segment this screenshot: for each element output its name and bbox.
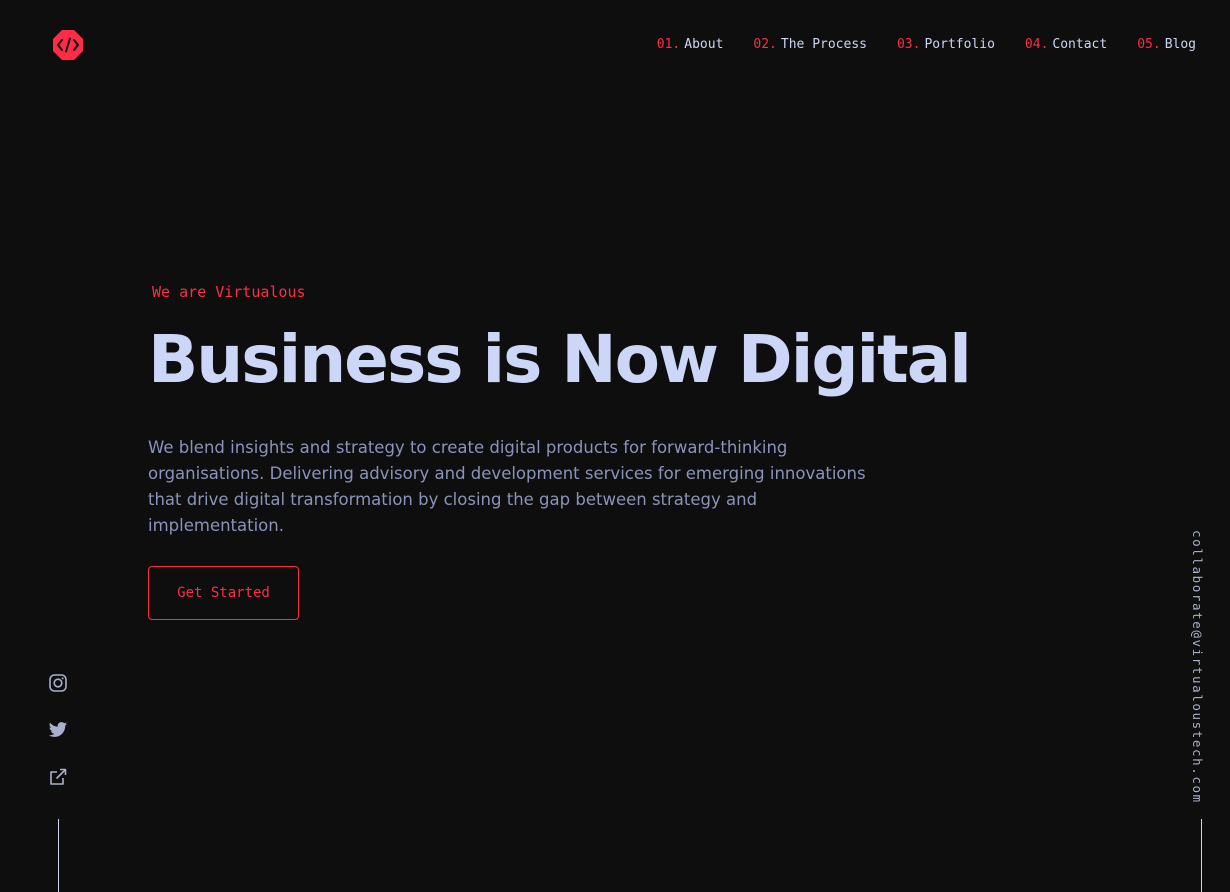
nav-label: Blog [1164, 37, 1196, 52]
email-container: collaborate@virtualoustech.com [1190, 530, 1210, 804]
external-link-icon[interactable] [48, 767, 68, 787]
nav-label: Contact [1052, 37, 1108, 52]
nav-item-contact[interactable]: 04. Contact [1025, 37, 1107, 53]
hero-headline: Business is Now Digital [148, 321, 972, 398]
contact-email-link[interactable]: collaborate@virtualoustech.com [1190, 530, 1205, 804]
code-brackets-logo-icon [53, 30, 83, 60]
nav-number: 05. [1137, 37, 1161, 52]
main-nav: 01. About 02. The Process 03. Portfolio 04.… [657, 37, 1196, 53]
hero-description: We blend insights and strategy to create… [148, 437, 866, 535]
nav-number: 03. [896, 37, 921, 52]
social-links [48, 673, 68, 787]
right-vertical-line [1201, 819, 1202, 892]
left-vertical-line [58, 819, 59, 892]
nav-number: 04. [1024, 37, 1049, 52]
nav-item-blog[interactable]: 05. Blog [1137, 37, 1196, 53]
get-started-button[interactable]: Get Started [148, 566, 299, 620]
instagram-icon[interactable] [48, 673, 68, 693]
nav-item-about[interactable]: 01. About [657, 37, 724, 53]
hero-eyebrow: We are Virtualous [152, 283, 306, 301]
twitter-icon[interactable] [48, 720, 68, 740]
nav-label: The Process [780, 37, 867, 52]
hero-section: We are Virtualous Business is Now Digita… [148, 282, 972, 539]
nav-item-portfolio[interactable]: 03. Portfolio [897, 37, 995, 53]
nav-item-the-process[interactable]: 02. The Process [753, 37, 867, 53]
nav-label: Portfolio [924, 37, 995, 52]
nav-number: 02. [753, 37, 777, 52]
nav-number: 01. [656, 37, 681, 52]
nav-label: About [684, 37, 724, 52]
logo[interactable] [52, 29, 84, 61]
